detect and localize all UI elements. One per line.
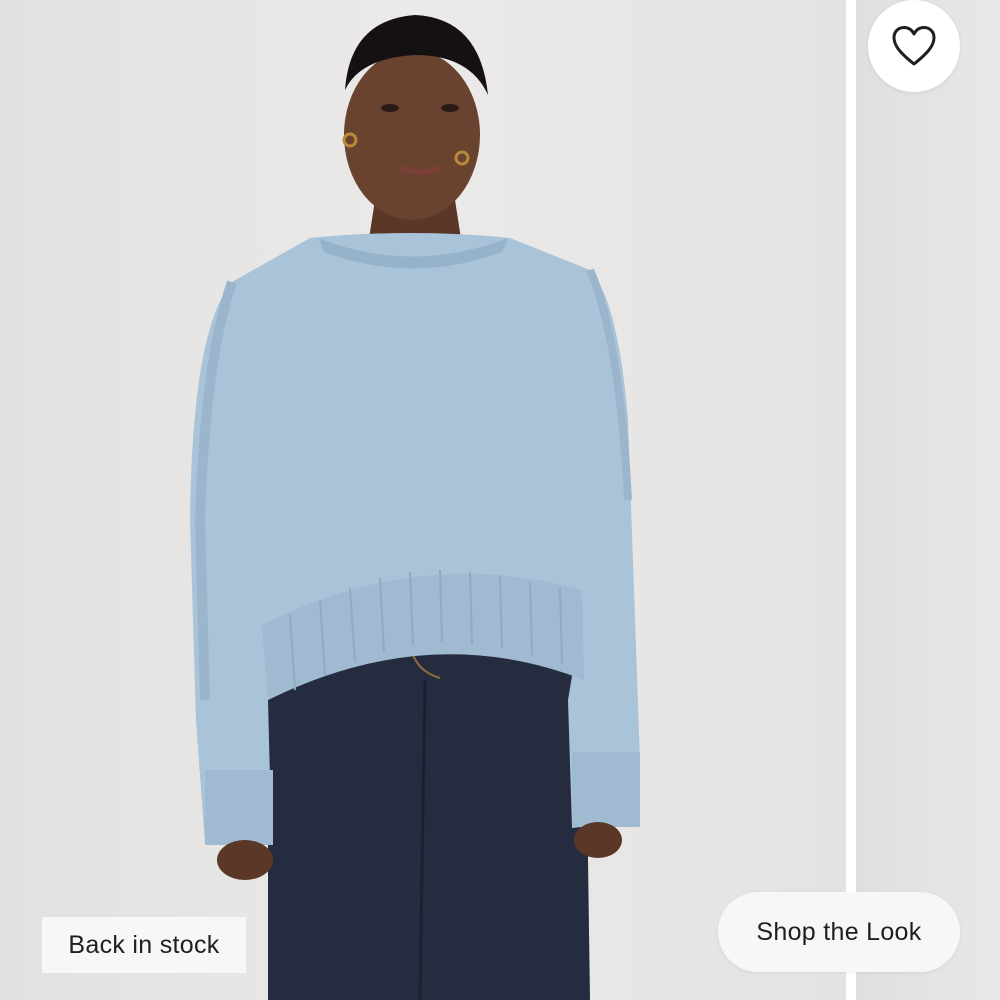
back-in-stock-badge: Back in stock [42,917,246,973]
model-illustration [190,15,640,1000]
favorite-button[interactable] [868,0,960,92]
product-image-carousel[interactable] [0,0,1000,1000]
back-in-stock-label: Back in stock [68,930,220,959]
jeans [268,650,590,1000]
next-product-photo-peek[interactable] [856,0,1000,1000]
product-photo[interactable] [0,0,846,1000]
shop-the-look-button[interactable]: Shop the Look [718,892,960,972]
shop-the-look-label: Shop the Look [756,917,922,946]
heart-outline-icon [892,26,936,66]
model-head [344,50,480,220]
slide-divider [846,0,856,1000]
